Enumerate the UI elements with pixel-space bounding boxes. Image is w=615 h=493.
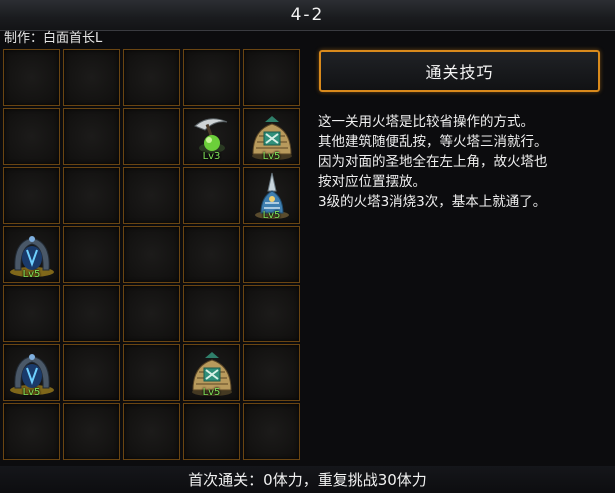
- tips-line: 按对应位置摆放。: [318, 174, 426, 190]
- board-cell[interactable]: [63, 49, 120, 106]
- board-cell[interactable]: [243, 344, 300, 401]
- board-cell[interactable]: [183, 167, 240, 224]
- unit-level-label: Lv5: [262, 151, 281, 162]
- unit-level-label: Lv5: [22, 269, 41, 280]
- unit-level-label: Lv5: [202, 387, 221, 398]
- board-cell[interactable]: [63, 403, 120, 460]
- board-cell[interactable]: [3, 49, 60, 106]
- tips-line: 3级的火塔3消烧3次，基本上就通了。: [318, 194, 547, 210]
- board-cell[interactable]: [243, 403, 300, 460]
- board-cell[interactable]: [63, 344, 120, 401]
- tips-line: 这一关用火塔是比较省操作的方式。: [318, 114, 534, 130]
- board-cell[interactable]: [183, 403, 240, 460]
- board-cell[interactable]: [123, 285, 180, 342]
- board-cell[interactable]: [123, 167, 180, 224]
- level-screen: 4-2 制作：白面首长L Lv3 Lv5 Lv5 Lv5 Lv5 Lv5 通关技…: [0, 0, 615, 493]
- board-cell[interactable]: Lv5: [243, 108, 300, 165]
- board-cell[interactable]: [123, 108, 180, 165]
- board-cell[interactable]: [3, 108, 60, 165]
- title-bar: 4-2: [0, 0, 615, 31]
- board-cell[interactable]: [123, 226, 180, 283]
- board-cell[interactable]: [243, 285, 300, 342]
- tips-text: 这一关用火塔是比较省操作的方式。 其他建筑随便乱按，等火塔三消就行。 因为对面的圣地…: [318, 112, 610, 212]
- board-cell[interactable]: [3, 285, 60, 342]
- board-cell[interactable]: [63, 226, 120, 283]
- tips-line: 因为对面的圣地全在左上角，故火塔也: [318, 154, 548, 170]
- board-cell[interactable]: [123, 344, 180, 401]
- board-cell[interactable]: [243, 49, 300, 106]
- board-cell[interactable]: [63, 167, 120, 224]
- unit-level-label: Lv3: [202, 151, 221, 162]
- board-cell[interactable]: Lv5: [3, 344, 60, 401]
- tips-line: 其他建筑随便乱按，等火塔三消就行。: [318, 134, 548, 150]
- board-cell[interactable]: Lv5: [3, 226, 60, 283]
- board-cell[interactable]: [183, 49, 240, 106]
- board-cell[interactable]: [63, 108, 120, 165]
- board-cell[interactable]: [123, 49, 180, 106]
- board-cell[interactable]: [3, 167, 60, 224]
- board-cell[interactable]: [243, 226, 300, 283]
- board-cell[interactable]: Lv5: [243, 167, 300, 224]
- board-cell[interactable]: [183, 285, 240, 342]
- tips-button-label: 通关技巧: [425, 63, 494, 82]
- board-cell[interactable]: [3, 403, 60, 460]
- unit-level-label: Lv5: [262, 210, 281, 221]
- level-title: 4-2: [290, 5, 325, 25]
- stamina-cost-text: 首次通关：0体力，重复挑战30体力: [188, 471, 427, 489]
- board-cell[interactable]: [183, 226, 240, 283]
- footer-bar: 首次通关：0体力，重复挑战30体力: [0, 466, 615, 493]
- board-grid: Lv3 Lv5 Lv5 Lv5 Lv5 Lv5: [3, 49, 301, 463]
- board-cell[interactable]: [63, 285, 120, 342]
- board-cell[interactable]: Lv5: [183, 344, 240, 401]
- unit-level-label: Lv5: [22, 387, 41, 398]
- tips-button[interactable]: 通关技巧: [319, 50, 600, 92]
- author-credit: 制作：白面首长L: [4, 31, 103, 46]
- board-cell[interactable]: [123, 403, 180, 460]
- board-cell[interactable]: Lv3: [183, 108, 240, 165]
